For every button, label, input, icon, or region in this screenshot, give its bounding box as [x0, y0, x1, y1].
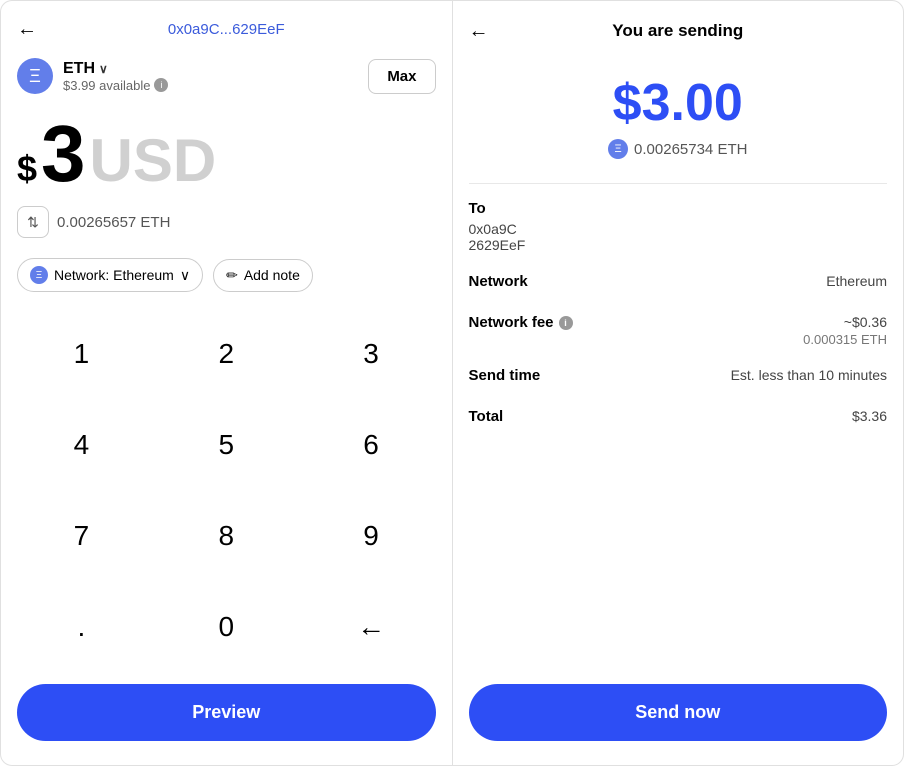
send-time-label: Send time [469, 367, 541, 384]
send-time-row: Send time Est. less than 10 minutes [469, 367, 888, 388]
right-title: You are sending [612, 21, 743, 41]
network-button[interactable]: Ξ Network: Ethereum ∨ [17, 258, 203, 292]
fee-info-icon[interactable]: i [559, 316, 573, 330]
pencil-icon: ✏ [226, 267, 238, 284]
token-balance: $3.99 available i [63, 78, 168, 93]
left-header: ← 0x0a9C...629EeF [1, 1, 452, 50]
numpad-key-4[interactable]: 4 [9, 399, 154, 490]
token-row: Ξ ETH ∨ $3.99 available i Max [1, 50, 452, 106]
send-time-value: Est. less than 10 minutes [731, 367, 887, 383]
add-note-label: Add note [244, 267, 300, 283]
network-eth-icon: Ξ [30, 266, 48, 284]
fee-label-text: Network fee [469, 314, 554, 331]
numpad-key-dot[interactable]: . [9, 581, 154, 672]
to-row: To 0x0a9C 2629EeF [469, 200, 888, 253]
total-row: Total $3.36 [469, 408, 888, 429]
network-detail-label: Network [469, 273, 528, 290]
numpad-key-0[interactable]: 0 [154, 581, 299, 672]
token-info: Ξ ETH ∨ $3.99 available i [17, 58, 168, 94]
token-name-label: ETH [63, 60, 95, 78]
to-address-line1: 0x0a9C [469, 221, 888, 237]
numpad-key-3[interactable]: 3 [299, 308, 444, 399]
fee-values: ~$0.36 0.000315 ETH [803, 314, 887, 347]
numpad-key-8[interactable]: 8 [154, 490, 299, 581]
wallet-address-left[interactable]: 0x0a9C...629EeF [168, 21, 285, 38]
numpad-key-9[interactable]: 9 [299, 490, 444, 581]
amount-display: $ 3 USD [1, 106, 452, 198]
dollar-sign: $ [17, 148, 37, 190]
fee-row: Network fee i ~$0.36 0.000315 ETH [469, 314, 888, 347]
sending-eth-text: 0.00265734 ETH [634, 141, 747, 158]
add-note-button[interactable]: ✏ Add note [213, 259, 313, 292]
numpad-key-1[interactable]: 1 [9, 308, 154, 399]
to-address-line2: 2629EeF [469, 237, 888, 253]
network-label: Network: Ethereum [54, 267, 174, 283]
fee-usd-value: ~$0.36 [803, 314, 887, 330]
fee-label: Network fee i [469, 314, 573, 331]
to-label: To [469, 200, 888, 217]
details-section: To 0x0a9C 2629EeF Network Ethereum Netwo… [453, 184, 904, 672]
token-name[interactable]: ETH ∨ [63, 60, 168, 78]
token-balance-text: $3.99 available [63, 78, 150, 93]
numpad-key-6[interactable]: 6 [299, 399, 444, 490]
options-row: Ξ Network: Ethereum ∨ ✏ Add note [1, 250, 452, 308]
eth-equivalent-row: ⇅ 0.00265657 ETH [1, 198, 452, 250]
left-panel: ← 0x0a9C...629EeF Ξ ETH ∨ $3.99 availabl… [0, 0, 452, 766]
token-chevron-icon: ∨ [99, 62, 108, 76]
back-button-right[interactable]: ← [469, 20, 489, 43]
swap-icon[interactable]: ⇅ [17, 206, 49, 238]
right-panel: ← You are sending $3.00 Ξ 0.00265734 ETH… [452, 0, 904, 766]
numpad-key-2[interactable]: 2 [154, 308, 299, 399]
sending-amount-section: $3.00 Ξ 0.00265734 ETH [453, 53, 904, 183]
back-button-left[interactable]: ← [17, 18, 37, 41]
balance-info-icon[interactable]: i [154, 78, 168, 92]
numpad-key-7[interactable]: 7 [9, 490, 154, 581]
numpad: 1 2 3 4 5 6 7 8 9 . 0 ← [1, 308, 452, 672]
amount-currency: USD [90, 131, 217, 191]
sending-usd-amount: $3.00 [613, 73, 743, 133]
sending-eth-icon: Ξ [608, 139, 628, 159]
token-text: ETH ∨ $3.99 available i [63, 60, 168, 93]
fee-eth-value: 0.000315 ETH [803, 332, 887, 347]
info-icon-label: i [160, 80, 162, 90]
numpad-key-5[interactable]: 5 [154, 399, 299, 490]
network-row: Network Ethereum [469, 273, 888, 294]
network-detail-value: Ethereum [826, 273, 887, 289]
amount-number: 3 [41, 114, 86, 194]
max-button[interactable]: Max [368, 59, 435, 94]
total-value: $3.36 [852, 408, 887, 424]
total-label: Total [469, 408, 504, 425]
sending-eth-amount: Ξ 0.00265734 ETH [608, 139, 747, 159]
preview-button[interactable]: Preview [17, 684, 436, 741]
numpad-key-backspace[interactable]: ← [299, 581, 444, 672]
network-chevron-icon: ∨ [180, 267, 190, 284]
eth-equivalent-text: 0.00265657 ETH [57, 214, 170, 231]
eth-logo-icon: Ξ [17, 58, 53, 94]
fee-info-label: i [564, 318, 567, 328]
send-now-button[interactable]: Send now [469, 684, 888, 741]
right-header: ← You are sending [453, 1, 904, 53]
